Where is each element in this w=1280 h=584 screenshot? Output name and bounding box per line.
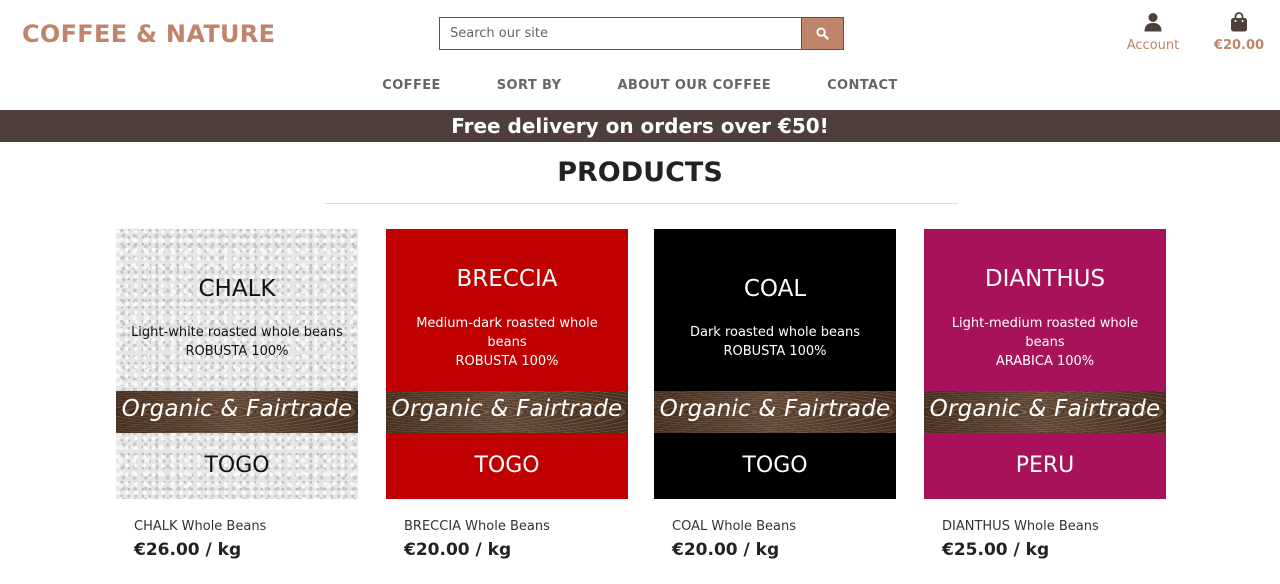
label-description: Dark roasted whole beans — [689, 325, 860, 340]
product-price: €20.00 / kg — [672, 540, 780, 560]
product-card-coal[interactable]: COAL Dark roasted whole beans ROBUSTA 10… — [654, 229, 896, 560]
page-title: PRODUCTS — [557, 157, 723, 188]
product-card-dianthus[interactable]: DIANTHUS Light-medium roasted whole bean… — [924, 229, 1166, 560]
account-link[interactable]: Account — [1122, 12, 1184, 53]
account-label: Account — [1126, 38, 1180, 53]
product-title[interactable]: DIANTHUS Whole Beans — [924, 519, 1166, 534]
label-name: BRECCIA — [456, 266, 558, 292]
product-card-breccia[interactable]: BRECCIA Medium-dark roasted whole beans … — [386, 229, 628, 560]
promo-banner: Free delivery on orders over €50! — [0, 110, 1280, 142]
label-name: CHALK — [198, 276, 276, 302]
band-text: Organic & Fairtrade — [391, 396, 623, 422]
label-origin: PERU — [1015, 453, 1075, 478]
product-image[interactable]: CHALK Light-white roasted whole beans RO… — [116, 229, 358, 499]
product-price: €26.00 / kg — [134, 540, 242, 560]
label-description: Medium-dark roasted whole beans — [416, 316, 598, 350]
product-title[interactable]: CHALK Whole Beans — [116, 519, 358, 534]
user-icon — [1122, 12, 1184, 34]
site-logo[interactable]: COFFEE & NATURE — [22, 20, 275, 48]
label-variety: ROBUSTA 100% — [185, 344, 289, 359]
label-band: Organic & Fairtrade — [654, 391, 896, 433]
label-name: DIANTHUS — [984, 266, 1106, 292]
band-text: Organic & Fairtrade — [659, 396, 891, 422]
product-image[interactable]: COAL Dark roasted whole beans ROBUSTA 10… — [654, 229, 896, 499]
search-button[interactable] — [801, 17, 844, 50]
title-divider — [325, 203, 958, 204]
band-text: Organic & Fairtrade — [929, 396, 1161, 422]
label-variety: ARABICA 100% — [995, 354, 1095, 369]
product-image[interactable]: DIANTHUS Light-medium roasted whole bean… — [924, 229, 1166, 499]
label-band: Organic & Fairtrade — [924, 391, 1166, 433]
search-form — [439, 17, 844, 50]
label-band: Organic & Fairtrade — [386, 391, 628, 433]
label-variety: ROBUSTA 100% — [723, 344, 827, 359]
main-nav: COFFEE SORT BY ABOUT OUR COFFEE CONTACT — [0, 78, 1280, 93]
label-description: Light-white roasted whole beans — [131, 325, 343, 340]
product-price: €25.00 / kg — [942, 540, 1050, 560]
label-origin: TOGO — [474, 453, 540, 478]
bag-total: €20.00 — [1213, 38, 1265, 53]
product-card-chalk[interactable]: CHALK Light-white roasted whole beans RO… — [116, 229, 358, 560]
label-description: Light-medium roasted whole beans — [951, 316, 1139, 350]
product-image[interactable]: BRECCIA Medium-dark roasted whole beans … — [386, 229, 628, 499]
nav-sort-by[interactable]: SORT BY — [497, 78, 562, 93]
label-origin: TOGO — [742, 453, 808, 478]
search-input[interactable] — [439, 17, 801, 50]
shopping-bag-link[interactable]: €20.00 — [1212, 12, 1266, 53]
band-text: Organic & Fairtrade — [121, 396, 353, 422]
shopping-bag-icon — [1212, 12, 1266, 34]
nav-coffee[interactable]: COFFEE — [382, 78, 441, 93]
label-band: Organic & Fairtrade — [116, 391, 358, 433]
nav-about-our-coffee[interactable]: ABOUT OUR COFFEE — [617, 78, 771, 93]
label-variety: ROBUSTA 100% — [455, 354, 559, 369]
nav-contact[interactable]: CONTACT — [827, 78, 898, 93]
product-title[interactable]: COAL Whole Beans — [654, 519, 896, 534]
label-origin: TOGO — [204, 453, 270, 478]
search-icon — [816, 27, 829, 40]
label-name: COAL — [743, 276, 807, 302]
product-title[interactable]: BRECCIA Whole Beans — [386, 519, 628, 534]
product-price: €20.00 / kg — [404, 540, 512, 560]
